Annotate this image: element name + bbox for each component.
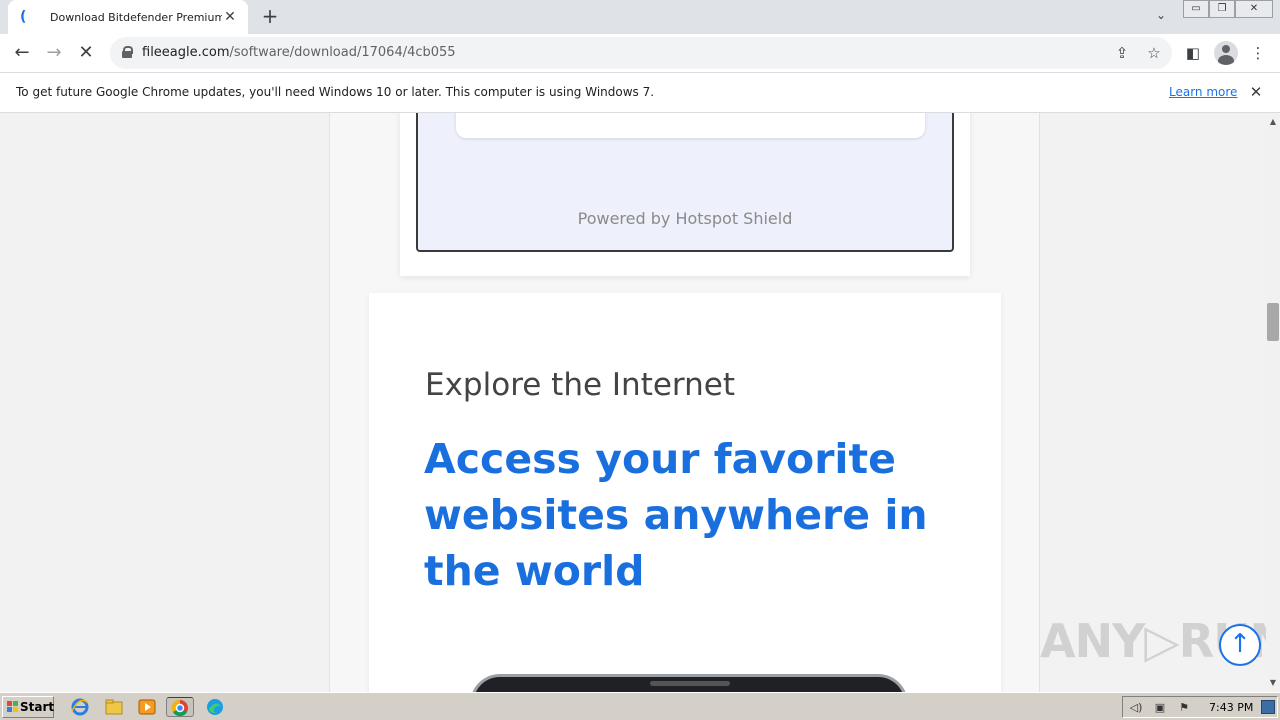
tab-active[interactable]: ( Download Bitdefender Premium VPN ✕	[8, 0, 248, 34]
scrollbar-thumb[interactable]	[1267, 303, 1279, 341]
new-tab-button[interactable]: +	[259, 6, 281, 28]
chrome-taskbar-icon[interactable]	[166, 697, 194, 717]
volume-icon[interactable]: ◁)	[1129, 701, 1143, 715]
side-panel-icon[interactable]: ◧	[1183, 43, 1203, 63]
tab-title: Download Bitdefender Premium VPN	[50, 10, 222, 24]
url-text[interactable]: fileeagle.com/software/download/17064/4c…	[142, 45, 456, 60]
system-tray: ◁) ▣ ⚑ 7:43 PM	[1122, 696, 1278, 718]
minimize-button[interactable]: ▭	[1183, 0, 1209, 18]
lock-icon[interactable]	[122, 46, 133, 58]
page-viewport: Powered by Hotspot Shield Explore the In…	[0, 113, 1266, 692]
scroll-to-top-button[interactable]: ↑	[1219, 624, 1261, 666]
powered-by-text: Powered by Hotspot Shield	[577, 209, 793, 228]
windows-flag-icon	[7, 701, 19, 713]
bookmark-star-icon[interactable]: ☆	[1144, 43, 1164, 63]
taskbar-clock[interactable]: 7:43 PM	[1209, 701, 1253, 714]
network-icon[interactable]: ▣	[1153, 701, 1167, 715]
feature-headline: Access your favorite websites anywhere i…	[424, 435, 928, 595]
menu-kebab-icon[interactable]: ⋮	[1248, 43, 1268, 63]
media-player-icon[interactable]	[136, 697, 158, 717]
tab-search-chevron-icon[interactable]: ⌄	[1152, 8, 1170, 26]
back-button[interactable]: ←	[9, 40, 35, 66]
forward-button[interactable]: →	[41, 40, 67, 66]
show-desktop-icon[interactable]	[1261, 700, 1275, 714]
address-bar[interactable]: fileeagle.com/software/download/17064/4c…	[110, 37, 1172, 69]
file-explorer-icon[interactable]	[103, 697, 125, 717]
infobar-close-icon[interactable]: ✕	[1248, 83, 1264, 101]
start-button[interactable]: Start	[2, 696, 54, 718]
update-infobar: To get future Google Chrome updates, you…	[0, 72, 1280, 113]
infobar-message: To get future Google Chrome updates, you…	[16, 85, 655, 99]
phone-notch	[650, 681, 730, 686]
page-favicon-icon: (	[20, 9, 27, 25]
start-label: Start	[20, 700, 55, 714]
profile-avatar-icon[interactable]	[1214, 41, 1238, 65]
url-path: /software/download/17064/4cb055	[229, 45, 456, 60]
close-window-button[interactable]: ✕	[1235, 0, 1273, 18]
share-icon[interactable]: ⇪	[1112, 43, 1132, 63]
tab-strip: ( Download Bitdefender Premium VPN ✕ + ⌄…	[0, 0, 1280, 34]
edge-icon[interactable]	[204, 697, 226, 717]
action-center-flag-icon[interactable]: ⚑	[1177, 701, 1191, 715]
browser-toolbar: ← → ✕ fileeagle.com/software/download/17…	[0, 34, 1280, 72]
url-host: fileeagle.com	[142, 45, 230, 60]
windows-taskbar: Start ◁) ▣ ⚑ 7:43 PM	[0, 692, 1280, 720]
learn-more-link[interactable]: Learn more	[1169, 85, 1237, 99]
vertical-scrollbar[interactable]: ▲ ▼	[1266, 113, 1280, 692]
scroll-up-arrow-icon[interactable]: ▲	[1266, 115, 1280, 129]
internet-explorer-icon[interactable]	[69, 697, 91, 717]
feature-kicker: Explore the Internet	[425, 367, 735, 403]
app-screenshot-panel	[456, 113, 925, 138]
restore-button[interactable]: ❐	[1209, 0, 1235, 18]
stop-loading-button[interactable]: ✕	[73, 40, 99, 66]
scroll-down-arrow-icon[interactable]: ▼	[1266, 676, 1280, 690]
tab-close-icon[interactable]: ✕	[222, 9, 238, 25]
